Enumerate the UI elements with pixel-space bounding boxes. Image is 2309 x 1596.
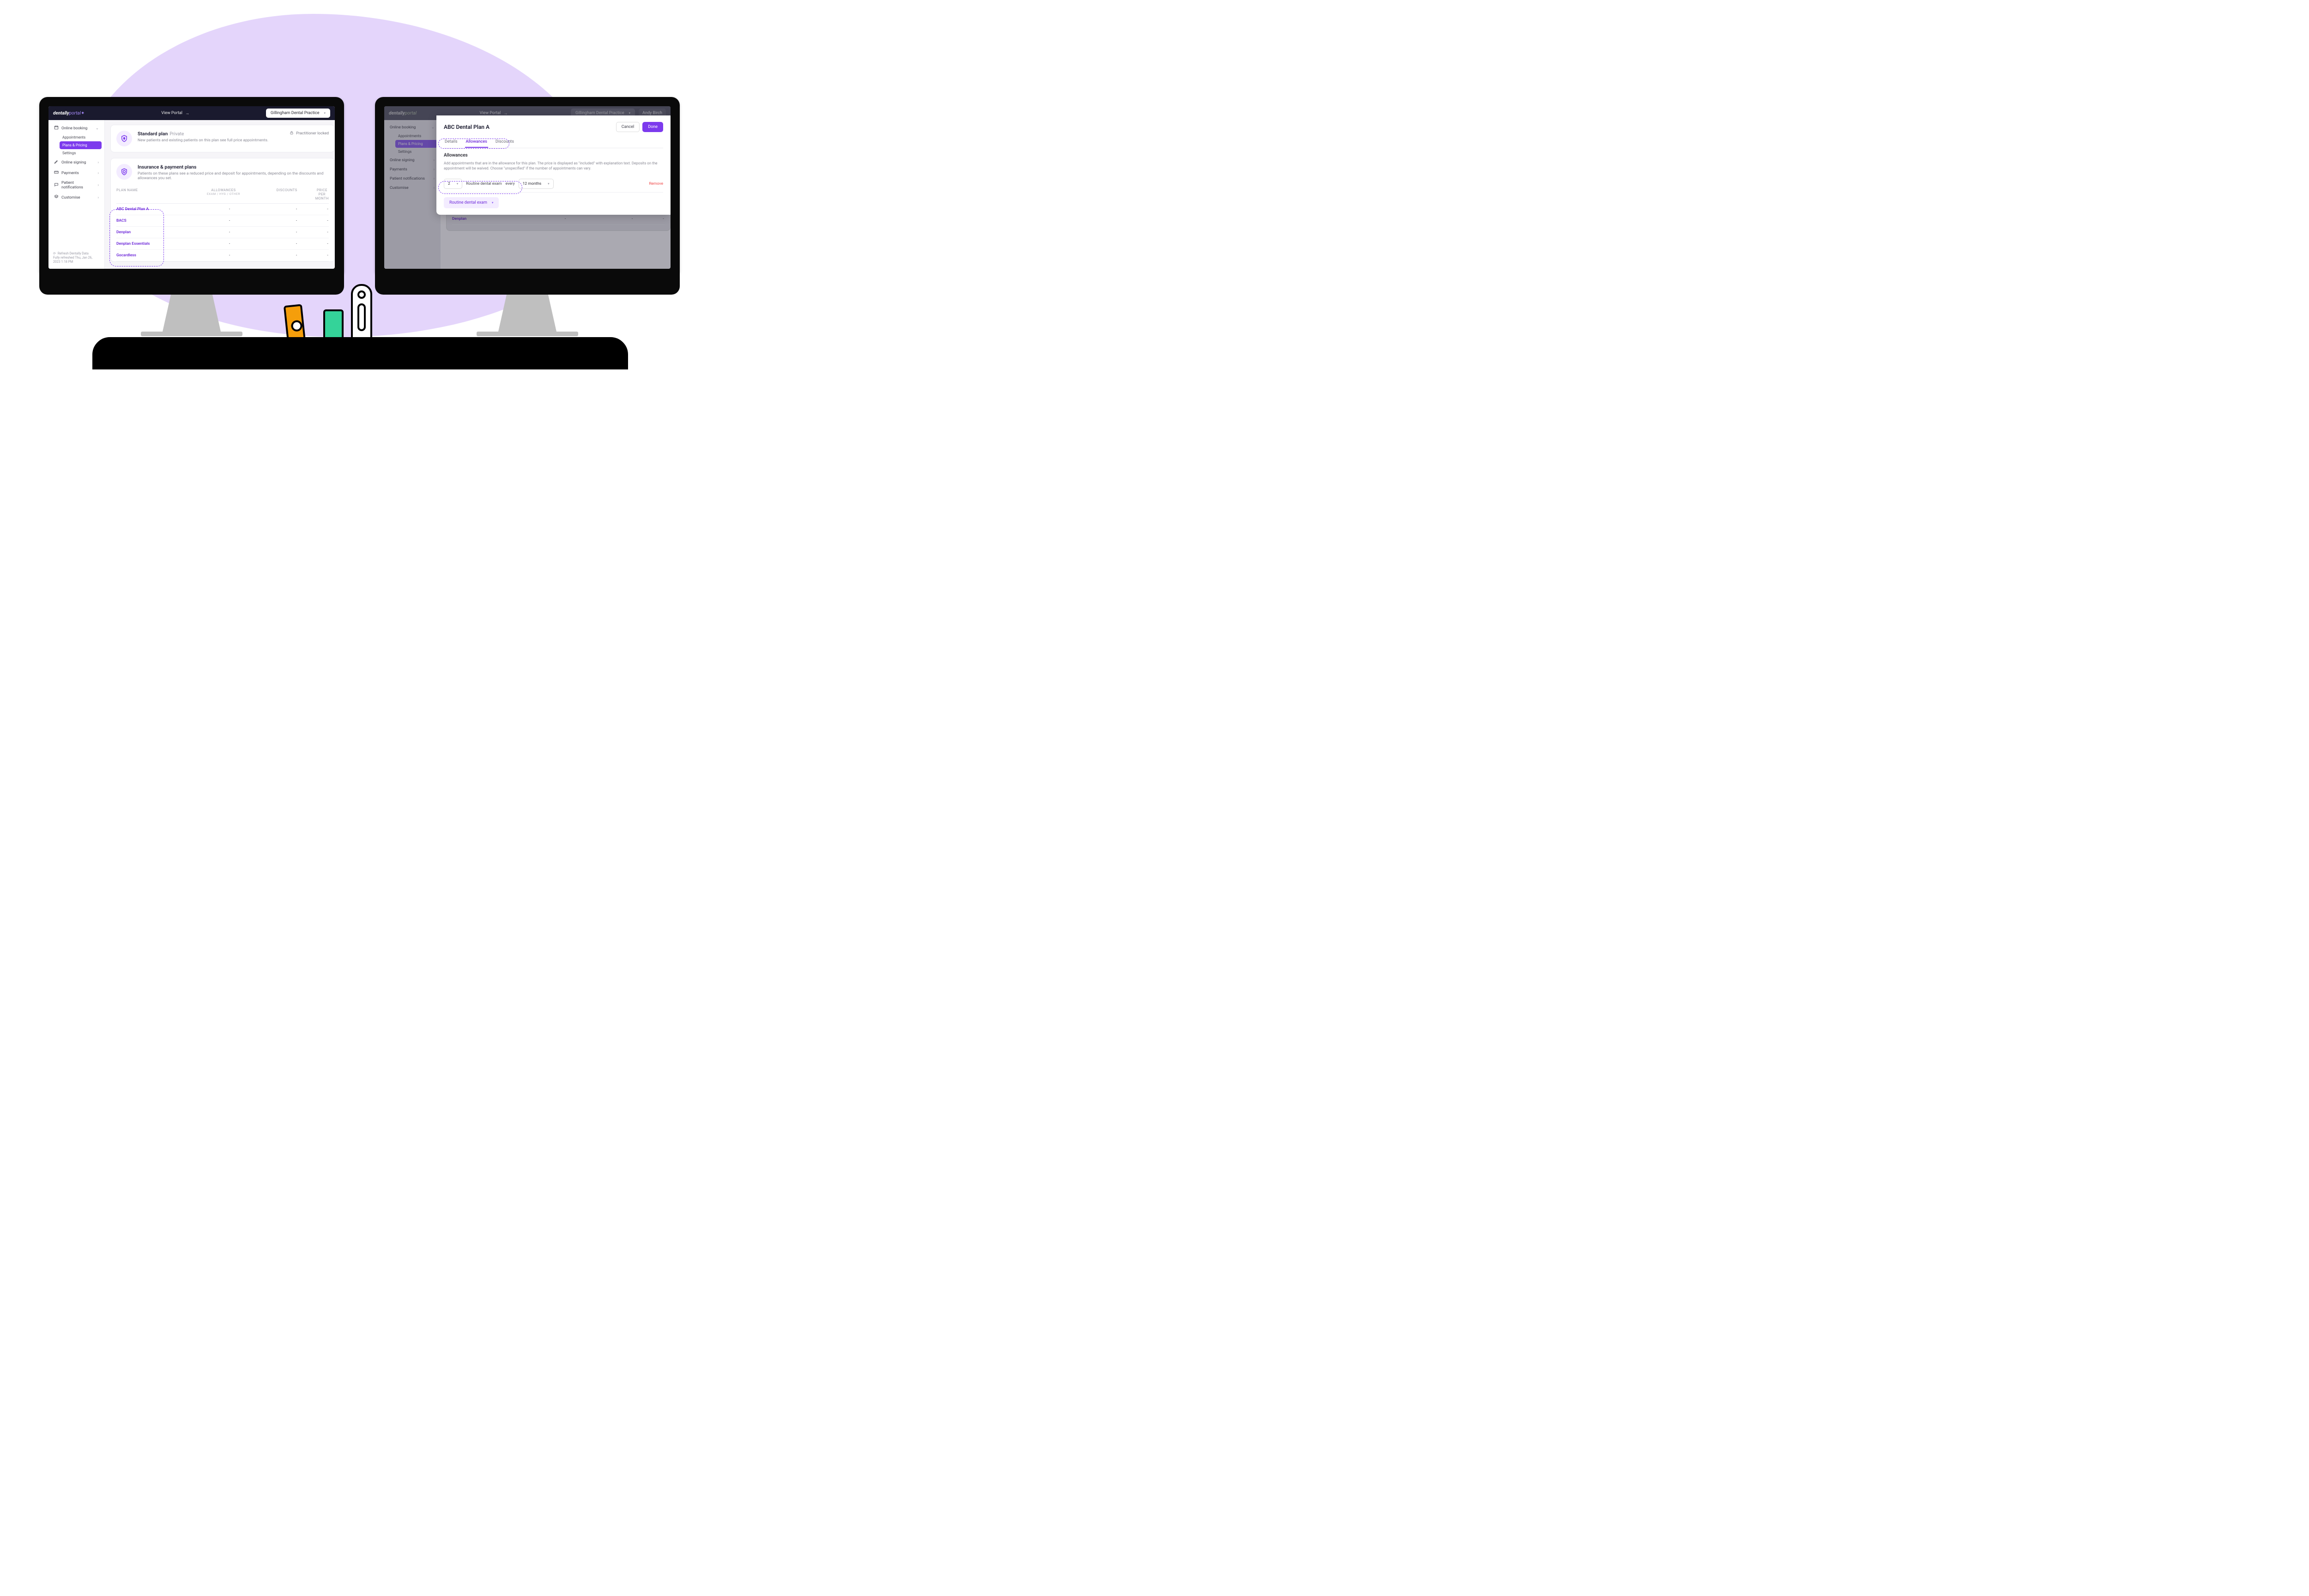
- sidebar-label: Online signing: [61, 160, 86, 165]
- col-allowances: ALLOWANCES EXAM / HYG / OTHER: [188, 188, 258, 200]
- chevron-right-icon: ›: [97, 195, 99, 200]
- cell-discounts: -: [266, 218, 326, 223]
- chevron-down-icon: ▾: [492, 201, 494, 205]
- monitor-left: dentallyportal✦ View Portal→ Gillingham …: [39, 97, 344, 336]
- main-content: Standard planPrivate New patients and ex…: [105, 120, 335, 269]
- add-allowance-select[interactable]: Routine dental exam ▾: [444, 197, 499, 208]
- sidebar-sub-plans-pricing[interactable]: Plans & Pricing: [60, 141, 102, 149]
- sidebar: Online booking ⌄ Appointments Plans & Pr…: [48, 120, 105, 269]
- cell-price: -: [326, 242, 329, 246]
- chevron-right-icon: ›: [97, 160, 99, 165]
- chevron-down-icon: ▾: [457, 182, 459, 186]
- sidebar-item-payments[interactable]: Payments ›: [51, 168, 102, 178]
- cell-allowances: -: [193, 218, 266, 223]
- practitioner-locked-badge: Practitioner locked: [290, 131, 329, 136]
- layers-icon: [54, 194, 59, 200]
- plan-link[interactable]: BACS: [116, 218, 193, 223]
- modal-tabs: Details Allowances Discounts: [444, 137, 663, 148]
- plan-link[interactable]: ABC Dental Plan A: [116, 207, 193, 212]
- sidebar-sub-appointments[interactable]: Appointments: [60, 133, 102, 141]
- refresh-icon: ⟳: [53, 252, 56, 256]
- section-heading: Allowances: [444, 153, 663, 158]
- table-row: Denplan---: [116, 227, 329, 238]
- standard-plan-card: Standard planPrivate New patients and ex…: [110, 125, 335, 152]
- period-select[interactable]: 12 months▾: [519, 179, 554, 189]
- calendar-icon: [54, 125, 59, 131]
- monitor-right: dentallyportal View Portal→ Gillingham D…: [375, 97, 680, 336]
- sidebar-label: Patient notifications: [61, 181, 95, 190]
- cell-allowances: -: [193, 207, 266, 212]
- cell-price: -: [326, 230, 329, 235]
- cell-discounts: -: [266, 207, 326, 212]
- chevron-right-icon: ›: [97, 171, 99, 175]
- allowance-item-label: Routine dental exam: [466, 181, 502, 186]
- tab-details[interactable]: Details: [444, 137, 459, 148]
- logo: dentallyportal✦: [53, 111, 85, 116]
- cell-allowances: -: [193, 230, 266, 235]
- cell-discounts: -: [266, 242, 326, 246]
- tab-discounts[interactable]: Discounts: [495, 137, 515, 148]
- allowance-row: 2▾ Routine dental exam every 12 months▾ …: [444, 175, 663, 193]
- sidebar-item-patient-notifications[interactable]: Patient notifications ›: [51, 178, 102, 192]
- card-title: Insurance & payment plans: [138, 164, 196, 170]
- insurance-plans-card: Insurance & payment plans Patients on th…: [110, 158, 335, 262]
- every-label: every: [506, 181, 515, 186]
- modal-title: ABC Dental Plan A: [444, 124, 490, 130]
- practice-selector[interactable]: Gillingham Dental Practice▾: [266, 109, 330, 118]
- col-price: PRICE PER MONTH: [315, 188, 329, 200]
- cell-allowances: -: [193, 253, 266, 258]
- remove-link[interactable]: Remove: [649, 181, 663, 186]
- card-icon: [54, 170, 59, 176]
- shield-icon: [116, 131, 132, 146]
- cell-discounts: -: [266, 253, 326, 258]
- card-title: Standard planPrivate: [138, 131, 184, 137]
- lock-icon: [290, 131, 294, 136]
- quantity-select[interactable]: 2▾: [444, 179, 462, 189]
- col-plan-name: PLAN NAME: [116, 188, 188, 200]
- cell-discounts: -: [266, 230, 326, 235]
- sidebar-sub-settings[interactable]: Settings: [60, 149, 102, 157]
- refresh-timestamp: Fully refreshed Thu, Jan 26, 2023 1:18 P…: [53, 256, 100, 264]
- cell-price: -: [326, 218, 329, 223]
- card-subtitle: New patients and existing patients on th…: [138, 138, 268, 143]
- table-row: Gocardless---: [116, 250, 329, 261]
- sidebar-label: Payments: [61, 171, 79, 175]
- sidebar-label: Customise: [61, 195, 80, 200]
- sidebar-footer: ⟳Refresh Dentally Data Fully refreshed T…: [51, 250, 102, 266]
- chevron-down-icon: ▾: [548, 182, 550, 186]
- chevron-down-icon: ⌄: [96, 126, 99, 131]
- view-portal-link[interactable]: View Portal→: [161, 111, 189, 116]
- refresh-data-link[interactable]: ⟳Refresh Dentally Data: [53, 252, 100, 256]
- plan-link[interactable]: Denplan Essentials: [116, 242, 193, 246]
- cancel-button[interactable]: Cancel: [616, 122, 640, 132]
- sidebar-item-online-signing[interactable]: Online signing ›: [51, 157, 102, 168]
- screen-left: dentallyportal✦ View Portal→ Gillingham …: [48, 106, 335, 269]
- pen-icon: [54, 159, 59, 165]
- plan-editor-modal: ABC Dental Plan A Cancel Done Details Al…: [436, 115, 671, 215]
- shield-icon: [116, 164, 132, 180]
- cell-price: -: [326, 207, 329, 212]
- chevron-right-icon: ›: [97, 183, 99, 187]
- plan-link[interactable]: Gocardless: [116, 253, 193, 258]
- cell-allowances: -: [193, 242, 266, 246]
- tab-allowances[interactable]: Allowances: [465, 137, 488, 148]
- col-discounts: DISCOUNTS: [259, 188, 315, 200]
- plan-link[interactable]: Denplan: [116, 230, 193, 235]
- cell-price: -: [326, 253, 329, 258]
- chat-icon: [54, 182, 59, 188]
- table-header: PLAN NAME ALLOWANCES EXAM / HYG / OTHER …: [116, 184, 329, 204]
- tablet-outline: [92, 337, 628, 369]
- sidebar-label: Online booking: [61, 126, 87, 131]
- done-button[interactable]: Done: [642, 122, 663, 132]
- table-row: Denplan Essentials---: [116, 238, 329, 250]
- table-row: ABC Dental Plan A---: [116, 204, 329, 215]
- topbar: dentallyportal✦ View Portal→ Gillingham …: [48, 106, 335, 120]
- card-subtitle: Patients on these plans see a reduced pr…: [138, 171, 329, 181]
- section-help-text: Add appointments that are in the allowan…: [444, 161, 663, 171]
- screen-right: dentallyportal View Portal→ Gillingham D…: [384, 106, 671, 269]
- add-allowance-label: Routine dental exam: [449, 200, 487, 205]
- table-row: BACS---: [116, 215, 329, 227]
- sidebar-item-customise[interactable]: Customise ›: [51, 192, 102, 203]
- sidebar-item-online-booking[interactable]: Online booking ⌄: [51, 123, 102, 133]
